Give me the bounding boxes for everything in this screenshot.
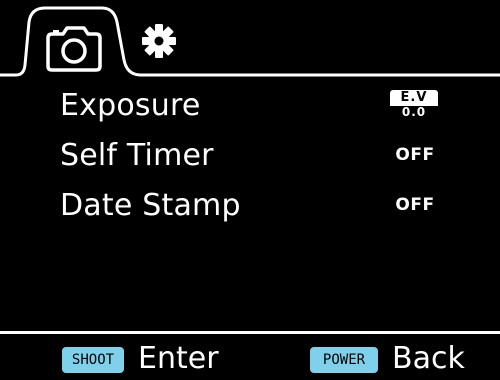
menu-item-value: OFF bbox=[395, 145, 435, 165]
camera-icon bbox=[46, 26, 102, 72]
ev-label: E.V bbox=[390, 90, 438, 106]
tab-bar bbox=[0, 0, 500, 85]
exposure-value-icon: E.V 0.0 bbox=[390, 90, 438, 120]
menu-item-label: Exposure bbox=[60, 88, 201, 123]
back-label: Back bbox=[392, 341, 465, 376]
tab-settings[interactable] bbox=[136, 18, 182, 64]
settings-menu: Exposure E.V 0.0 Self Timer OFF Date Sta… bbox=[0, 82, 500, 232]
gear-icon bbox=[142, 24, 176, 58]
menu-item-date-stamp[interactable]: Date Stamp OFF bbox=[0, 182, 500, 232]
footer-hint-bar: SHOOT Enter POWER Back bbox=[0, 331, 500, 380]
power-key-badge: POWER bbox=[310, 347, 378, 373]
ev-value: 0.0 bbox=[401, 105, 427, 119]
menu-item-label: Date Stamp bbox=[60, 188, 241, 223]
menu-item-exposure[interactable]: Exposure E.V 0.0 bbox=[0, 82, 500, 132]
shoot-key-badge: SHOOT bbox=[62, 347, 124, 373]
enter-label: Enter bbox=[138, 341, 219, 376]
menu-item-value: OFF bbox=[395, 195, 435, 215]
menu-item-self-timer[interactable]: Self Timer OFF bbox=[0, 132, 500, 182]
menu-item-label: Self Timer bbox=[60, 138, 214, 173]
camera-settings-screen: Exposure E.V 0.0 Self Timer OFF Date Sta… bbox=[0, 0, 500, 380]
tab-camera[interactable] bbox=[22, 8, 122, 78]
